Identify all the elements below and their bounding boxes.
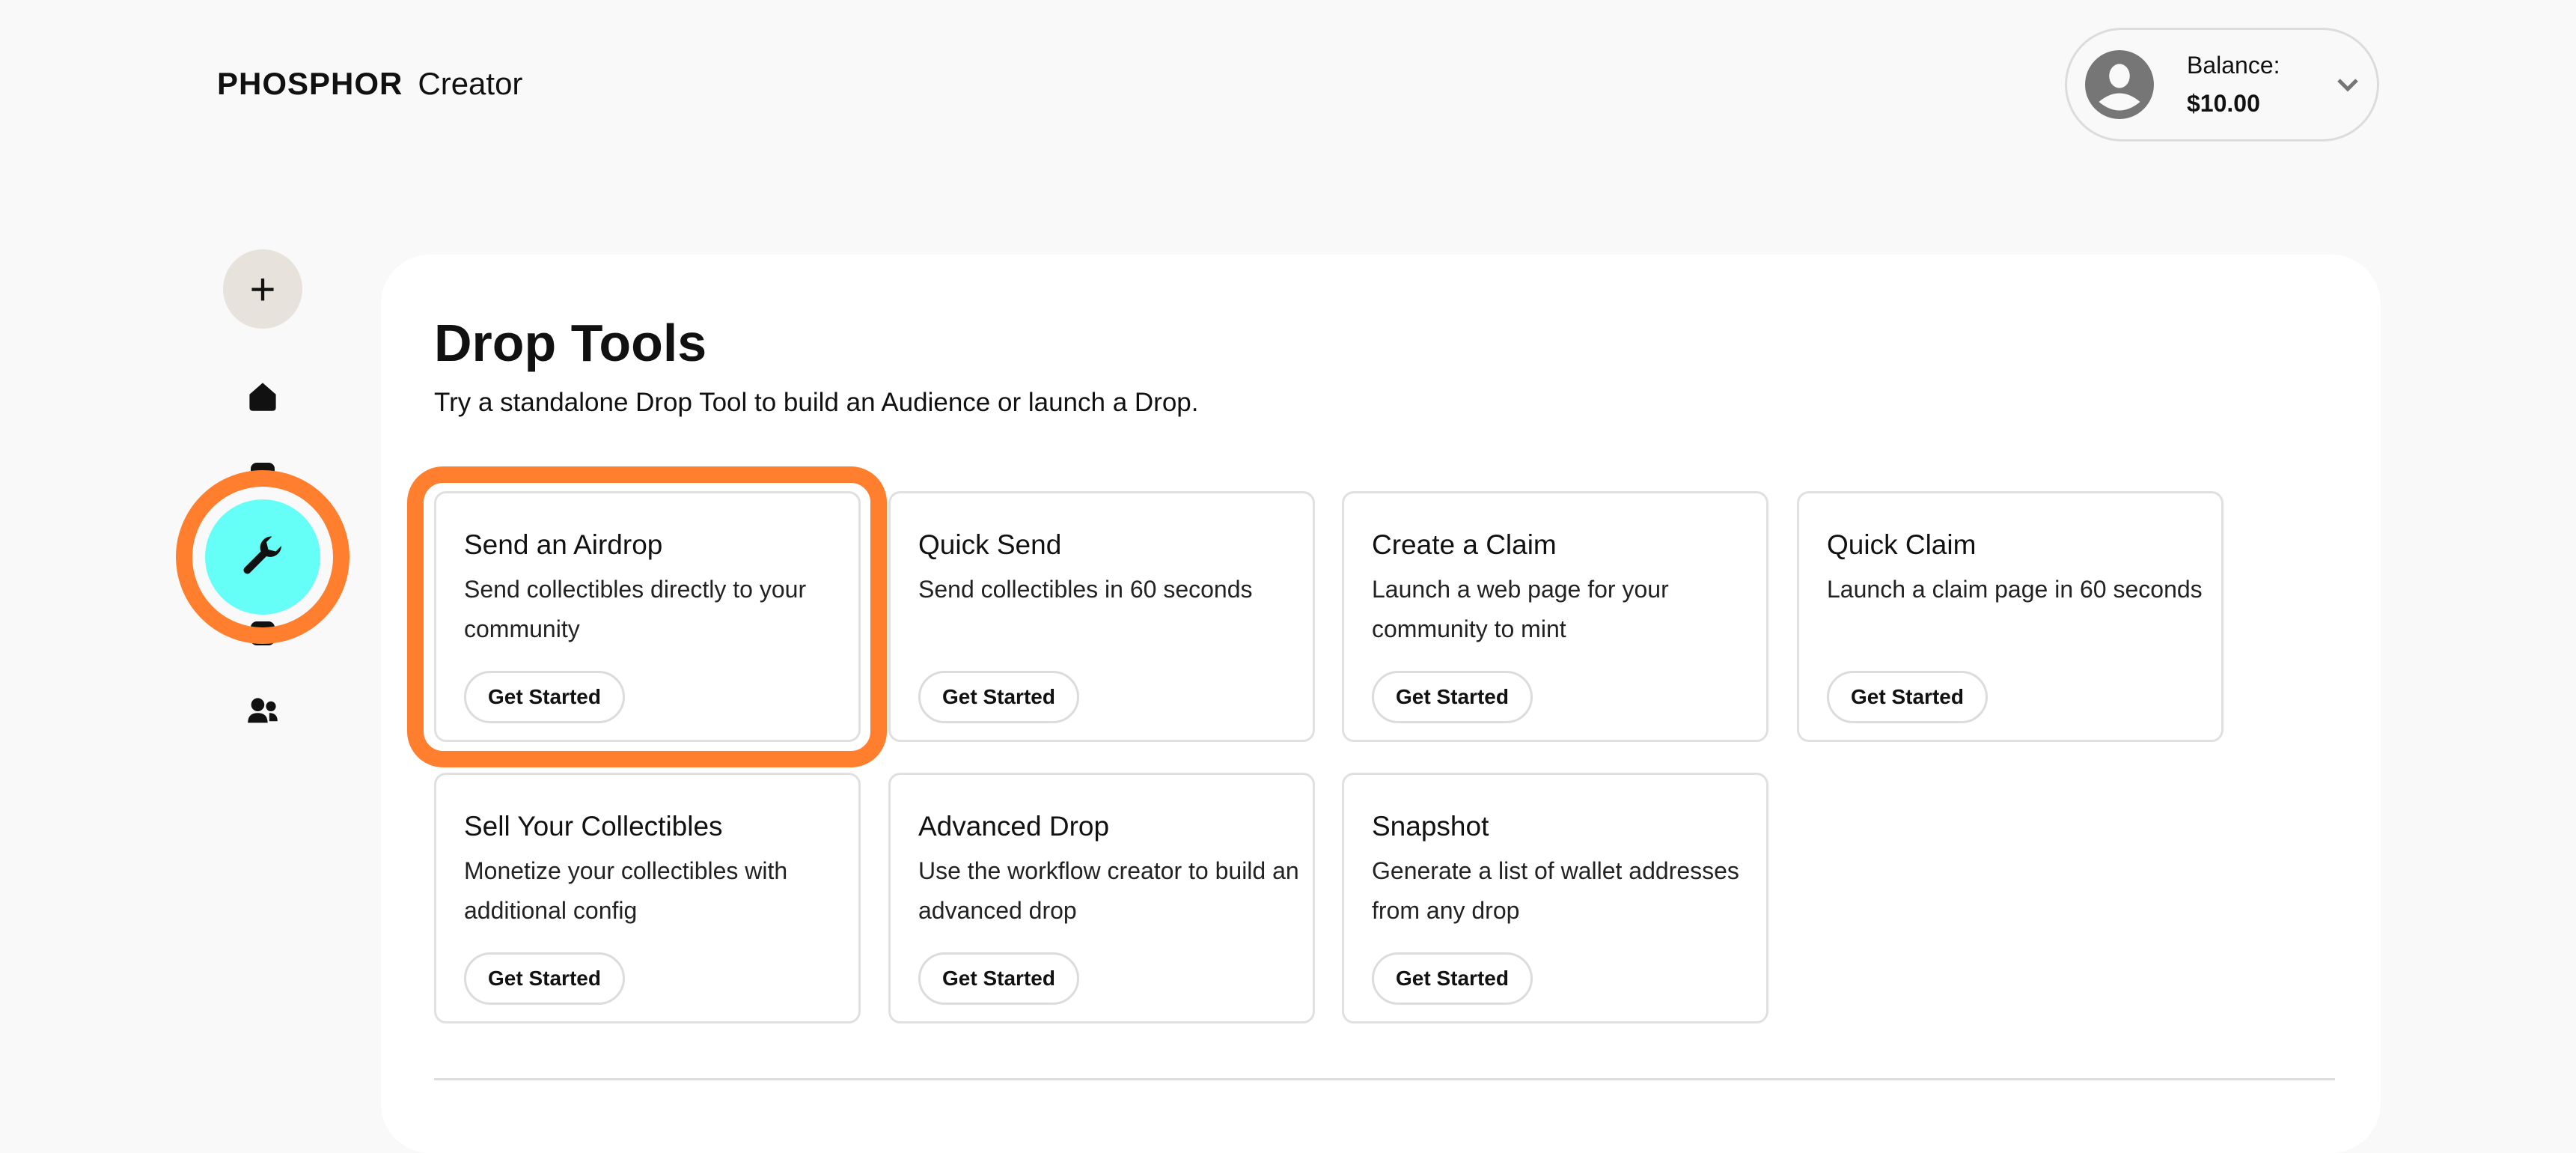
get-started-button[interactable]: Get Started: [918, 952, 1079, 1005]
logo-product: Creator: [418, 66, 523, 101]
card-description: Generate a list of wallet addresses from…: [1372, 857, 1739, 924]
get-started-button[interactable]: Get Started: [464, 952, 625, 1005]
tool-card[interactable]: Snapshot Generate a list of wallet addre…: [1342, 773, 1768, 1023]
tool-card[interactable]: Send an Airdrop Send collectibles direct…: [434, 491, 861, 742]
home-icon: [249, 383, 276, 411]
logo-brand: PHOSPHOR: [217, 66, 403, 101]
tool-card[interactable]: Quick Send Send collectibles in 60 secon…: [888, 491, 1315, 742]
card-title: Snapshot: [1372, 811, 1489, 842]
card-description: Launch a web page for your community to …: [1372, 576, 1669, 642]
get-started-button[interactable]: Get Started: [1827, 671, 1988, 723]
people-icon: [248, 698, 278, 723]
card-title: Quick Send: [918, 529, 1062, 560]
card-description: Monetize your collectibles with addition…: [464, 857, 788, 924]
card-title: Create a Claim: [1372, 529, 1557, 560]
tool-card[interactable]: Create a Claim Launch a web page for you…: [1342, 491, 1768, 742]
sidebar-item-home[interactable]: [246, 380, 279, 413]
sidebar-item-audience[interactable]: [246, 695, 279, 728]
card-title: Advanced Drop: [918, 811, 1110, 842]
page-subtitle: Try a standalone Drop Tool to build an A…: [434, 388, 1199, 417]
create-button[interactable]: +: [223, 249, 302, 329]
card-title: Quick Claim: [1827, 529, 1977, 560]
tool-card[interactable]: Advanced Drop Use the workflow creator t…: [888, 773, 1315, 1023]
avatar-icon: [2085, 50, 2154, 119]
get-started-button[interactable]: Get Started: [1372, 671, 1533, 723]
page-title: Drop Tools: [434, 314, 707, 372]
balance-value: $10.00: [2187, 90, 2260, 117]
card-description: Send collectibles directly to your commu…: [464, 576, 807, 642]
balance-label: Balance:: [2187, 52, 2280, 79]
wrench-icon: [243, 536, 281, 574]
get-started-button[interactable]: Get Started: [1372, 952, 1533, 1005]
card-description: Send collectibles in 60 seconds: [918, 576, 1253, 603]
account-balance-menu[interactable]: Balance: $10.00: [2065, 28, 2379, 142]
card-description: Use the workflow creator to build an adv…: [918, 857, 1299, 924]
divider: [434, 1078, 2335, 1080]
card-title: Send an Airdrop: [464, 529, 663, 560]
logo[interactable]: PHOSPHOR Creator: [217, 66, 522, 102]
get-started-button[interactable]: Get Started: [464, 671, 625, 723]
card-description: Launch a claim page in 60 seconds: [1827, 576, 2203, 603]
card-title: Sell Your Collectibles: [464, 811, 723, 842]
plus-icon: +: [249, 264, 276, 314]
tool-card[interactable]: Sell Your Collectibles Monetize your col…: [434, 773, 861, 1023]
sidebar-item-drop-tools[interactable]: [205, 499, 320, 615]
chevron-down-icon: [2337, 79, 2358, 92]
get-started-button[interactable]: Get Started: [918, 671, 1079, 723]
tool-card[interactable]: Quick Claim Launch a claim page in 60 se…: [1797, 491, 2224, 742]
